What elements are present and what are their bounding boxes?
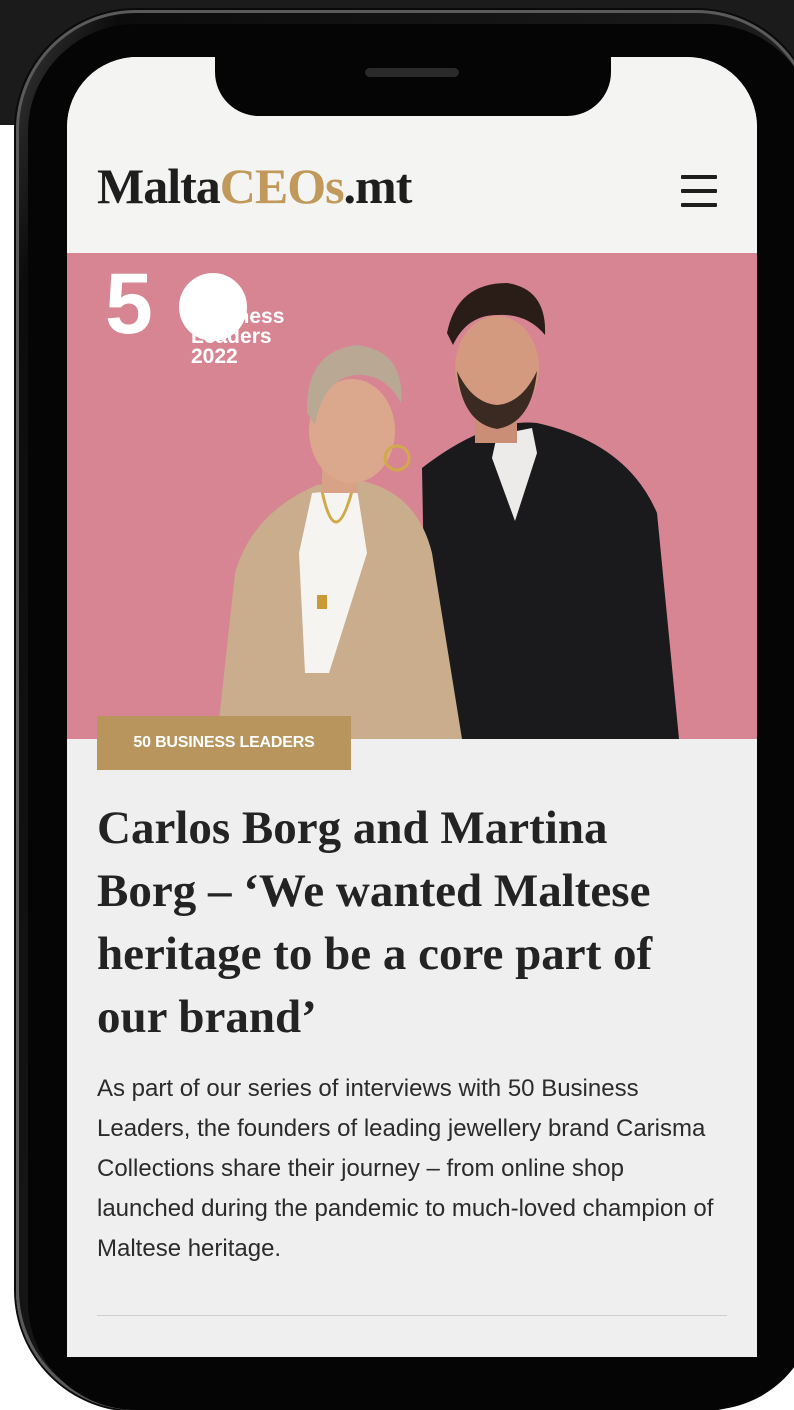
logo-text-ceos: CEOs — [219, 158, 345, 214]
logo-text-domain: .mt — [343, 158, 413, 214]
article-card[interactable]: Carlos Borg and Martina Borg – ‘We wante… — [67, 739, 757, 1357]
phone-screen: MaltaCEOs.mt 5 Business Leaders 2022 Car… — [67, 57, 757, 1357]
article-summary: As part of our series of interviews with… — [97, 1075, 714, 1262]
site-logo[interactable]: MaltaCEOs.mt — [97, 157, 413, 215]
article-headline[interactable]: Carlos Borg and Martina Borg – ‘We wante… — [97, 797, 717, 1049]
man-suit — [422, 422, 679, 739]
hamburger-menu-icon[interactable] — [681, 175, 717, 207]
woman-pendant — [317, 595, 327, 609]
article-divider — [97, 1315, 727, 1316]
phone-speaker — [365, 68, 459, 77]
logo-text-malta: Malta — [97, 158, 221, 214]
category-badge[interactable]: 50 BUSINESS LEADERS — [97, 716, 351, 770]
phone-notch — [215, 54, 611, 116]
portrait-photo — [217, 283, 679, 739]
hero-image[interactable]: 5 Business Leaders 2022 — [67, 253, 757, 739]
